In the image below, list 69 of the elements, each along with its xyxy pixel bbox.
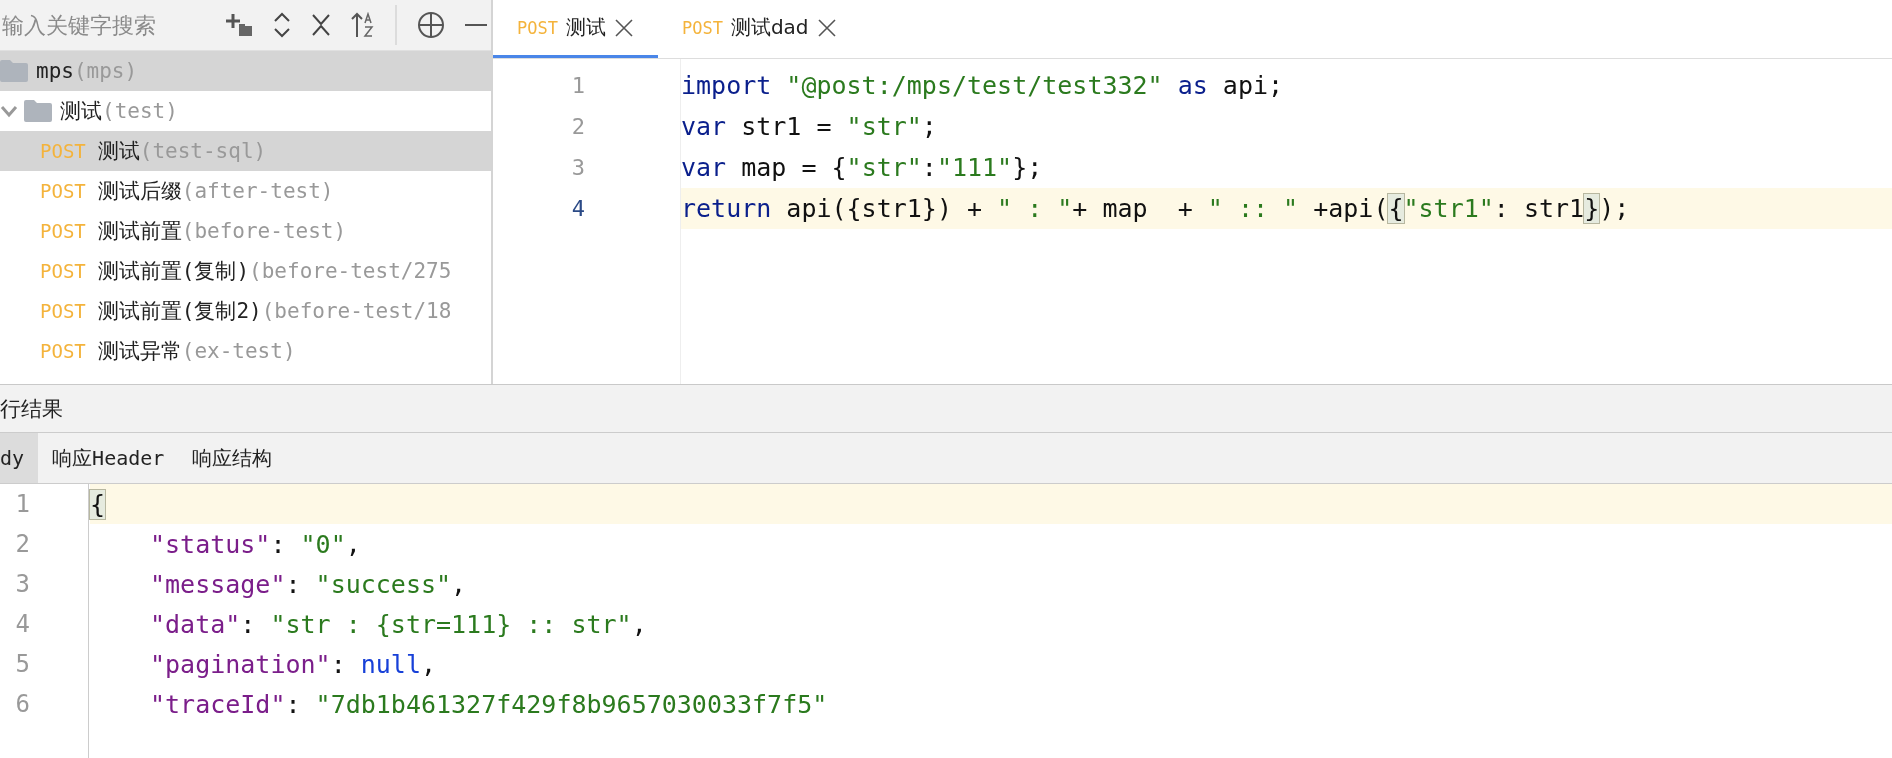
- method-label: POST: [40, 220, 86, 242]
- sort-icon[interactable]: [351, 12, 375, 38]
- code-line: return api({str1}) + " : "+ map + " :: " +api({"str1": str1});: [681, 194, 1630, 223]
- line-number: 2: [570, 114, 585, 139]
- tab-title: 测试dad: [730, 14, 809, 41]
- item-name: mps: [36, 59, 74, 83]
- item-path: (ex-test): [181, 339, 296, 363]
- code-line: import "@post:/mps/test/test332" as api;: [681, 71, 1284, 100]
- code-line: var str1 = "str";: [681, 112, 937, 141]
- item-path: (before-test/18: [261, 299, 452, 323]
- result-tab[interactable]: 响应Header: [38, 433, 179, 483]
- result-tab[interactable]: dy: [0, 433, 39, 483]
- method-label: POST: [40, 260, 86, 282]
- line-number: 1: [570, 73, 585, 98]
- close-icon[interactable]: [613, 17, 634, 38]
- tree-item[interactable]: POST 测试后缀(after-test): [0, 171, 491, 211]
- line-number: 3: [570, 155, 585, 180]
- item-path: (test-sql): [139, 139, 267, 163]
- line-number: 4: [570, 196, 585, 221]
- item-name: 测试前置: [97, 218, 182, 245]
- code-line: "status": "0",: [150, 529, 361, 559]
- folder-icon: [0, 59, 28, 83]
- add-folder-icon[interactable]: [225, 12, 253, 38]
- item-name: 测试后缀: [97, 178, 182, 205]
- method-label: POST: [681, 17, 723, 38]
- item-name: 测试前置(复制): [97, 258, 250, 285]
- code-line: var map = {"str":"111"};: [681, 153, 1043, 182]
- item-path: (after-test): [181, 179, 334, 203]
- item-path: (before-test/275: [249, 259, 452, 283]
- method-label: POST: [40, 180, 86, 202]
- close-icon[interactable]: [311, 14, 331, 36]
- chevron-icon[interactable]: [0, 104, 18, 118]
- tree-item[interactable]: 测试(test): [0, 91, 491, 131]
- item-path: (test): [102, 99, 178, 123]
- line-number: 4: [14, 610, 30, 638]
- method-label: POST: [517, 17, 558, 38]
- line-number: 5: [14, 650, 30, 678]
- tab-title: 测试: [565, 14, 606, 41]
- expand-collapse-icon[interactable]: [273, 12, 291, 38]
- tree-item[interactable]: POST 测试前置(复制)(before-test/275: [0, 251, 491, 291]
- item-name: 测试: [97, 138, 140, 165]
- line-number: 2: [14, 530, 30, 558]
- item-name: 测试: [60, 98, 102, 125]
- item-name: 测试前置(复制2): [97, 298, 262, 325]
- crosshair-icon[interactable]: [417, 11, 445, 39]
- close-icon[interactable]: [816, 17, 837, 38]
- tree-item[interactable]: POST 测试前置(before-test): [0, 211, 491, 251]
- folder-icon: [24, 99, 52, 123]
- tree-item[interactable]: mps(mps): [0, 51, 491, 91]
- item-path: (before-test): [181, 219, 347, 243]
- tree-item[interactable]: POST 测试前置(复制2)(before-test/18: [0, 291, 491, 331]
- result-tab[interactable]: 响应结构: [178, 433, 287, 483]
- line-number: 1: [14, 490, 30, 518]
- line-number: 6: [14, 690, 30, 718]
- tree-item[interactable]: POST 测试异常(ex-test): [0, 331, 491, 371]
- code-line: "message": "success",: [150, 569, 467, 599]
- method-label: POST: [40, 300, 86, 322]
- item-name: 测试异常: [97, 338, 182, 365]
- code-line: "traceId": "7db1b461327f429f8b9657030033f7f5": [150, 689, 828, 719]
- method-label: POST: [40, 140, 86, 162]
- line-number: 3: [14, 570, 30, 598]
- tree-item[interactable]: POST 测试(test-sql): [0, 131, 491, 171]
- code-line: "data": "str : {str=111} :: str",: [150, 609, 647, 639]
- editor-tab[interactable]: POST 测试dad: [657, 0, 861, 58]
- minimize-icon[interactable]: [465, 23, 487, 27]
- code-line: "pagination": null,: [150, 649, 436, 679]
- method-label: POST: [40, 340, 86, 362]
- item-path: (mps): [73, 59, 138, 83]
- panel-title: 行结果: [0, 395, 63, 423]
